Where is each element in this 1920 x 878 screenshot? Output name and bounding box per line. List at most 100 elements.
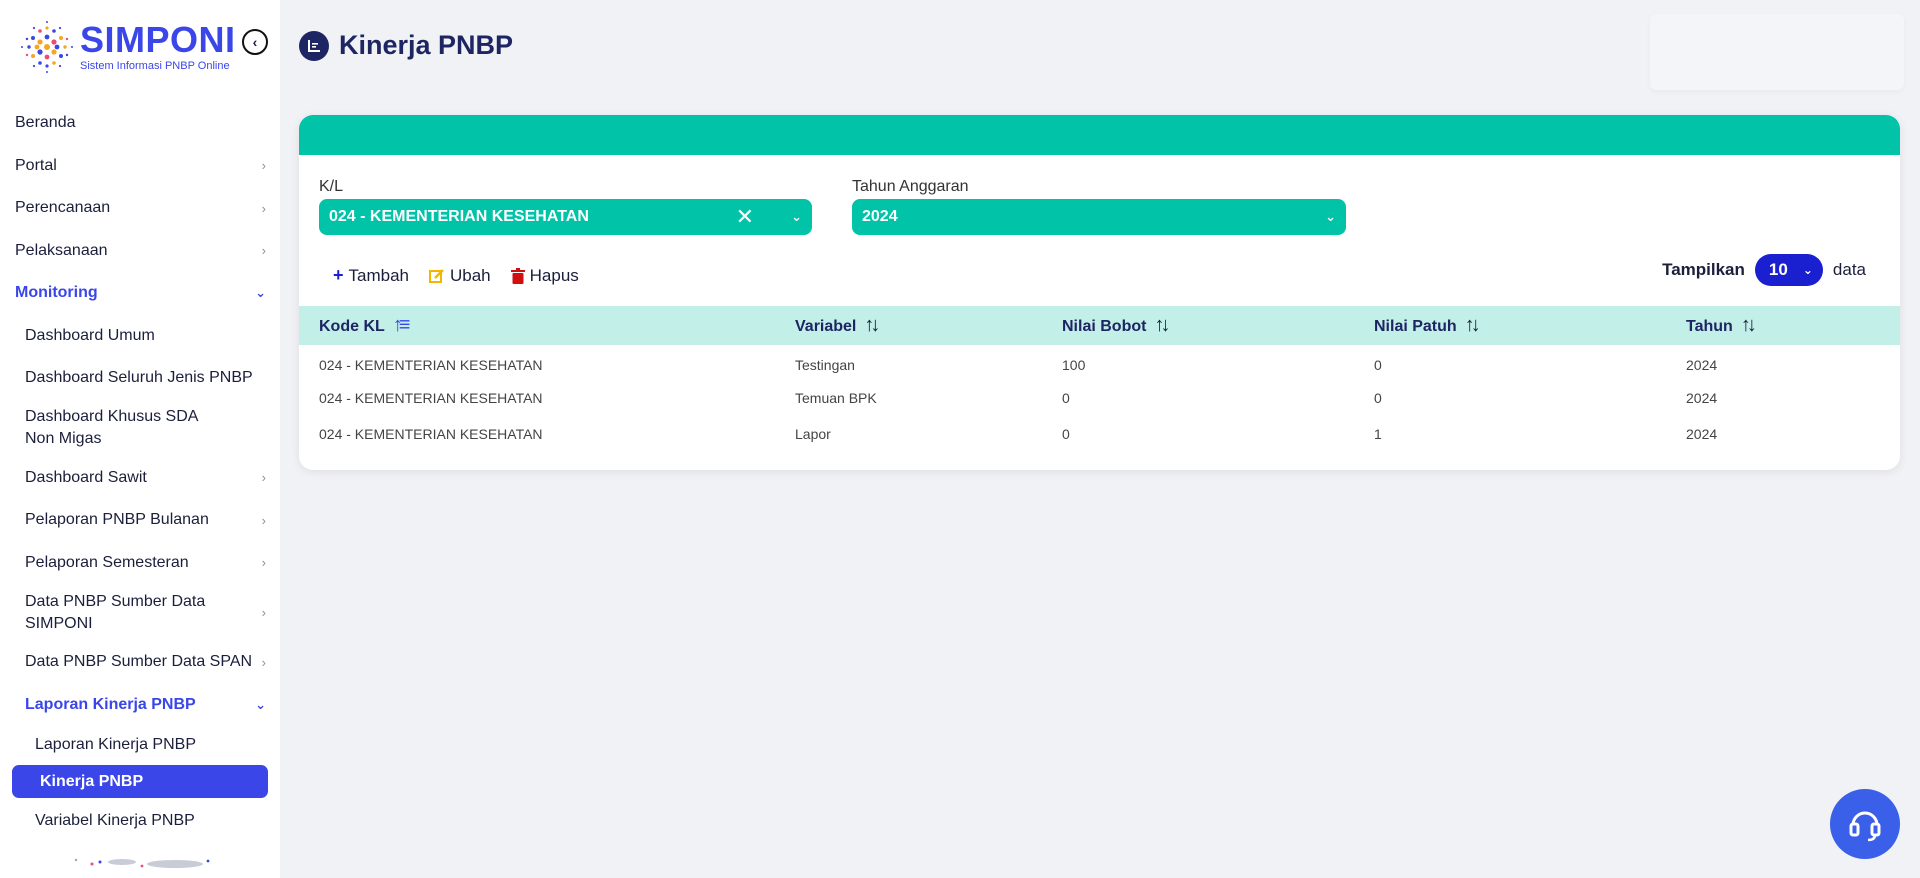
column-header-nilai-bobot[interactable]: Nilai Bobot ↑↓ [1042,306,1354,345]
sidebar-item-dashboard-seluruh-jenis-pnbp[interactable]: Dashboard Seluruh Jenis PNBP [0,357,280,400]
column-header-kode-kl[interactable]: Kode KL ↑≡ [299,306,775,345]
chevron-down-icon: ⌄ [255,696,266,712]
sidebar-item-label: Data PNBP Sumber Data SPAN [25,653,253,671]
sidebar-item-label: Kinerja PNBP [40,772,144,790]
column-header-nilai-patuh[interactable]: Nilai Patuh ↑↓ [1354,306,1666,345]
page-size-suffix: data [1832,260,1866,279]
sidebar-item-portal[interactable]: Portal › [0,145,280,188]
chevron-down-icon[interactable]: ⌄ [1325,209,1336,225]
sidebar-item-label: Monitoring [15,284,98,302]
edit-button[interactable]: Ubah [429,265,491,286]
sidebar-item-label: Dashboard Sawit [25,468,147,486]
cell-nilai-patuh: 0 [1374,356,1382,373]
cell-kode-kl: 024 - KEMENTERIAN KESEHATAN [319,356,543,373]
report-icon [299,30,329,61]
sidebar-item-pelaporan-pnbp-bulanan[interactable]: Pelaporan PNBP Bulanan › [0,499,280,542]
add-button[interactable]: + Tambah [333,265,409,286]
page-size-select[interactable]: 10 ⌄ [1754,254,1823,286]
sidebar-item-label: Dashboard Seluruh Jenis PNBP [25,369,253,387]
column-header-label: Nilai Bobot [1062,318,1147,335]
cell-nilai-patuh: 1 [1374,425,1382,442]
sort-icon[interactable]: ↑↓ [864,314,880,336]
page-title: Kinerja PNBP [339,30,514,60]
column-header-variabel[interactable]: Variabel ↑↓ [775,306,1042,345]
kl-select-value: 024 - KEMENTERIAN KESEHATAN [329,208,589,225]
sidebar-item-label: Beranda [15,114,76,132]
sort-icon[interactable]: ↑↓ [1154,314,1170,336]
sidebar-item-dashboard-khusus-sda[interactable]: Dashboard Khusus SDA Non Migas [0,400,280,457]
brand-subtitle: Sistem Informasi PNBP Online [80,60,230,72]
sidebar-item-label: Data PNBP Sumber Data SIMPONI [25,592,206,632]
sort-icon[interactable]: ↑↓ [1741,314,1757,336]
sidebar-item-beranda[interactable]: Beranda [0,102,280,145]
headset-support-icon[interactable] [1830,789,1900,859]
sidebar-item-perencanaan[interactable]: Perencanaan › [0,187,280,230]
chevron-right-icon: › [261,243,266,259]
cell-tahun: 2024 [1686,425,1718,442]
column-header-tahun[interactable]: Tahun ↑↓ [1666,306,1900,345]
cell-variabel: Testingan [795,356,855,373]
sort-icon[interactable]: ↑↓ [1465,314,1481,336]
cell-tahun: 2024 [1686,390,1718,407]
sidebar-item-variabel-kinerja-pnbp[interactable]: Variabel Kinerja PNBP [0,802,280,839]
table-row[interactable]: 024 - KEMENTERIAN KESEHATAN Lapor 0 1 20… [299,416,1900,452]
sidebar-item-label: Pelaporan Semesteran [25,553,189,571]
sidebar-item-label: Pelaksanaan [15,241,108,259]
sort-ascending-icon[interactable]: ↑≡ [393,314,411,336]
page-size-label: Tampilkan [1662,260,1745,279]
header-user-panel[interactable] [1650,14,1904,90]
sidebar-item-kinerja-pnbp[interactable]: Kinerja PNBP [12,765,268,798]
table-row[interactable]: 024 - KEMENTERIAN KESEHATAN Testingan 10… [299,345,1900,381]
sidebar-item-laporan-kinerja-pnbp-group[interactable]: Laporan Kinerja PNBP ⌄ [0,684,280,727]
sidebar-item-dashboard-umum[interactable]: Dashboard Umum [0,315,280,358]
chevron-right-icon: › [261,604,266,620]
trash-icon [510,267,525,284]
column-header-label: Variabel [795,318,857,335]
cell-tahun: 2024 [1686,356,1718,373]
kl-select[interactable]: 024 - KEMENTERIAN KESEHATAN ✕ ⌄ [319,199,812,235]
year-label: Tahun Anggaran [852,178,969,195]
page-size-control: Tampilkan 10 ⌄ data [1662,254,1866,286]
cell-nilai-bobot: 100 [1062,356,1086,373]
sidebar-item-pelaksanaan[interactable]: Pelaksanaan › [0,230,280,273]
cell-variabel: Temuan BPK [795,390,877,407]
kinerja-table: Kode KL ↑≡ Variabel ↑↓ Nilai Bobot ↑↓ Nilai… [299,306,1900,452]
kl-label: K/L [319,178,344,195]
card-header-bar [299,115,1900,155]
sidebar-item-pelaporan-semesteran[interactable]: Pelaporan Semesteran › [0,542,280,585]
column-header-label: Kode KL [319,318,385,335]
column-header-label: Nilai Patuh [1374,318,1457,335]
chevron-down-icon: ⌄ [1802,263,1813,277]
sidebar-item-monitoring[interactable]: Monitoring ⌄ [0,272,280,315]
chevron-right-icon: › [261,200,266,216]
page-header: Kinerja PNBP [299,30,513,61]
edit-button-label: Ubah [450,265,491,285]
column-header-label: Tahun [1686,318,1733,335]
brand-title: SIMPONI [80,19,236,60]
cell-kode-kl: 024 - KEMENTERIAN KESEHATAN [319,425,543,442]
cell-nilai-bobot: 0 [1062,390,1070,407]
sidebar-item-label: Laporan Kinerja PNBP [25,695,196,713]
sidebar-item-data-pnbp-span[interactable]: Data PNBP Sumber Data SPAN › [0,641,280,684]
sidebar-item-data-pnbp-simponi[interactable]: Data PNBP Sumber Data SIMPONI › [0,584,280,641]
chevron-down-icon[interactable]: ⌄ [791,209,802,225]
kinerja-card: K/L 024 - KEMENTERIAN KESEHATAN ✕ ⌄ Tahu… [299,115,1900,470]
clear-icon[interactable]: ✕ [736,204,754,230]
simponi-logo-icon [21,21,73,73]
cell-kode-kl: 024 - KEMENTERIAN KESEHATAN [319,390,543,407]
delete-button-label: Hapus [529,265,579,285]
app-logo[interactable]: SIMPONI Sistem Informasi PNBP Online [18,18,236,76]
year-select[interactable]: 2024 ⌄ [852,199,1346,235]
cell-nilai-bobot: 0 [1062,425,1070,442]
sidebar-item-label: Variabel Kinerja PNBP [35,811,195,829]
chevron-right-icon: › [261,470,266,486]
sidebar-item-dashboard-sawit[interactable]: Dashboard Sawit › [0,457,280,500]
edit-icon [429,268,444,283]
year-select-value: 2024 [862,208,898,225]
chevron-right-icon: › [261,158,266,174]
sidebar-item-label: Portal [15,156,57,174]
sidebar-item-laporan-kinerja-pnbp[interactable]: Laporan Kinerja PNBP [0,726,280,763]
collapse-sidebar-icon[interactable]: ‹ [242,29,268,55]
table-row[interactable]: 024 - KEMENTERIAN KESEHATAN Temuan BPK 0… [299,381,1900,417]
delete-button[interactable]: Hapus [510,265,579,286]
